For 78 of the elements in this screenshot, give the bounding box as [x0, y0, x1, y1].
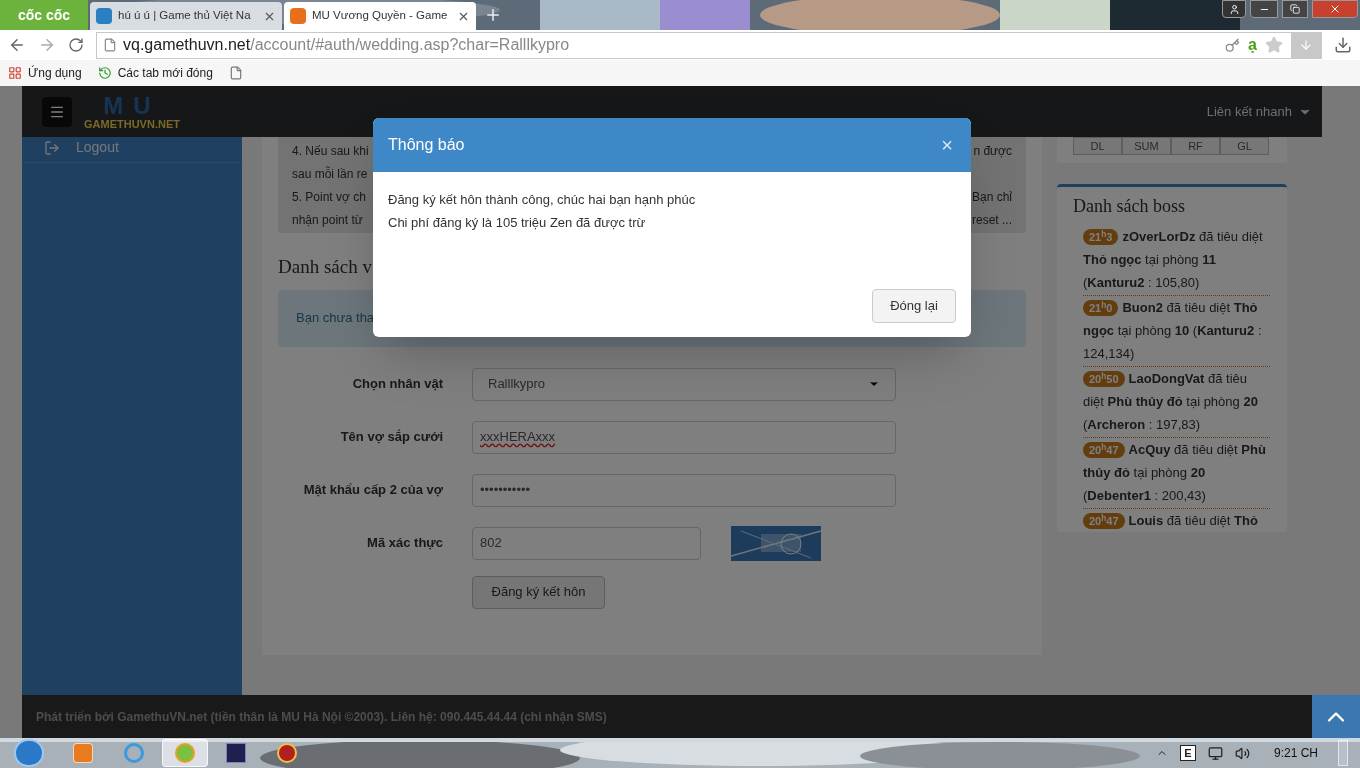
globe-icon — [124, 743, 144, 763]
class-tab[interactable]: GL — [1220, 137, 1269, 155]
input-field[interactable]: 802 — [472, 526, 701, 560]
info-text: 5. Point vợ ch — [292, 188, 366, 206]
g-logo-icon — [96, 8, 112, 24]
dialog-message: Chi phí đăng ký là 105 triệu Zen đã được trừ — [388, 214, 647, 232]
page-icon — [228, 66, 243, 80]
forward-icon[interactable] — [38, 36, 56, 54]
dialog-title: Thông báo — [388, 135, 465, 155]
reload-icon[interactable] — [68, 37, 84, 53]
tab-title: hú ú ú | Game thủ Việt Na — [118, 8, 252, 24]
character-select[interactable]: Ralllkypro — [472, 367, 896, 401]
star-icon[interactable] — [1265, 36, 1283, 54]
arrow-down-icon — [1299, 38, 1313, 52]
user-icon — [1228, 3, 1240, 15]
info-text: nhận point từ — [292, 211, 363, 229]
apps-grid-icon — [8, 66, 22, 80]
field-value: ••••••••••• — [480, 481, 531, 500]
notice-text: Bạn chưa tha — [296, 309, 375, 328]
info-text: sau mỗi lần re — [292, 165, 368, 183]
close-icon — [1329, 3, 1341, 15]
boss-kill-text: 20$^{h}$47 Louis đã tiêu diệt Thỏ — [1083, 509, 1270, 532]
download-icon[interactable] — [1334, 36, 1352, 54]
info-text: reset ... — [972, 211, 1012, 229]
field-value: xxxHERAxxx — [480, 428, 556, 447]
card-heading: Danh sách boss — [1073, 195, 1186, 218]
class-tab[interactable]: DL — [1073, 137, 1122, 155]
boss-kill-text: 20$^{h}$50 LaoDongVat đã tiêu diệt Phù thủy đỏ tại phòng 20 (Archeron : 197,83) — [1083, 367, 1270, 438]
bookmark-link[interactable]: Ứng dụng — [28, 64, 82, 82]
close-dialog-button[interactable]: Đóng lại — [872, 289, 956, 323]
typing-extension-icon[interactable]: ạ — [1248, 33, 1257, 57]
boss-kill-text: 20$^{h}$47 AcQuy đã tiêu diệt Phù thủy đỏ tại phòng 20 (Debenter1 : 200,43) — [1083, 438, 1270, 509]
address-field[interactable]: vq.gamethuvn.net/account/#auth/wedding.asp?char=Ralllkypro ạ — [96, 31, 1322, 59]
url-text: vq.gamethuvn.net/account/#auth/wedding.asp?char=Ralllkypro — [123, 35, 570, 55]
browser-logo[interactable]: cốc cốc — [0, 0, 88, 30]
back-icon[interactable] — [8, 36, 26, 54]
input-field[interactable]: ••••••••••• — [472, 473, 896, 507]
browser-tab[interactable]: MU Vương Quyền - Game — [284, 2, 476, 30]
clock[interactable]: 9:21 CH — [1273, 744, 1318, 762]
input-field[interactable]: xxxHERAxxx — [472, 420, 896, 454]
field-label: Mật khẩu cấp 2 của vợ — [302, 481, 443, 500]
media-player-icon — [73, 743, 93, 763]
page-icon — [103, 38, 117, 52]
field-label: Mã xác thực — [366, 534, 443, 553]
boss-kill-text: 21$^{h}$3 zOverLorDz đã tiêu diệt Thỏ ngọc tại phòng 11 (Kanturu2 : 105,80) — [1083, 225, 1270, 296]
logo-backdrop-text: MU — [103, 93, 161, 118]
info-text: Bạn chỉ — [971, 188, 1012, 206]
browser-logo-text: cốc cốc — [17, 5, 71, 25]
bookmark-link[interactable]: Các tab mới đóng — [117, 64, 213, 82]
class-tab[interactable]: RF — [1171, 137, 1220, 155]
quick-links-menu[interactable]: Liên kết nhanh — [1206, 101, 1312, 122]
maximize-button[interactable] — [1282, 0, 1308, 18]
scroll-top-button[interactable] — [1312, 695, 1360, 738]
boss-kill-text: 21$^{h}$0 Buon2 đã tiêu diệt Thỏ ngọc tại phòng 10 (Kanturu2 : 124,134) — [1083, 296, 1270, 367]
register-button[interactable]: Đăng ký kết hôn — [472, 575, 605, 609]
key-icon[interactable] — [1225, 37, 1241, 53]
volume-icon[interactable] — [1234, 745, 1250, 761]
field-label: Chọn nhân vật — [351, 375, 443, 394]
tab-title: MU Vương Quyền - Game — [312, 8, 449, 24]
restore-icon — [1290, 4, 1300, 14]
history-icon — [97, 66, 112, 80]
browser-tab[interactable]: hú ú ú | Game thủ Việt Na — [90, 2, 282, 30]
field-label: Tên vợ sắp cưới — [339, 428, 443, 447]
close-button[interactable]: × — [941, 135, 956, 155]
crown-logo-icon — [290, 8, 306, 24]
profile-button[interactable] — [1222, 0, 1246, 18]
info-text: 4. Nếu sau khi — [292, 142, 369, 160]
sidebar-item[interactable]: Logout — [22, 137, 242, 163]
minimize-button[interactable] — [1250, 0, 1278, 18]
info-text: n được — [973, 142, 1012, 160]
dialog-message: Đăng ký kết hôn thành công, chúc hai bạn hạnh phúc — [388, 191, 697, 209]
logout-icon — [44, 139, 60, 156]
logo-text: GAMETHUVN.NET — [84, 117, 180, 130]
new-tab-icon[interactable] — [484, 6, 502, 24]
menu-button[interactable] — [42, 96, 72, 127]
game-icon — [226, 743, 246, 763]
class-tab[interactable]: SUM — [1122, 137, 1171, 155]
section-heading: Danh sách v — [278, 255, 373, 279]
